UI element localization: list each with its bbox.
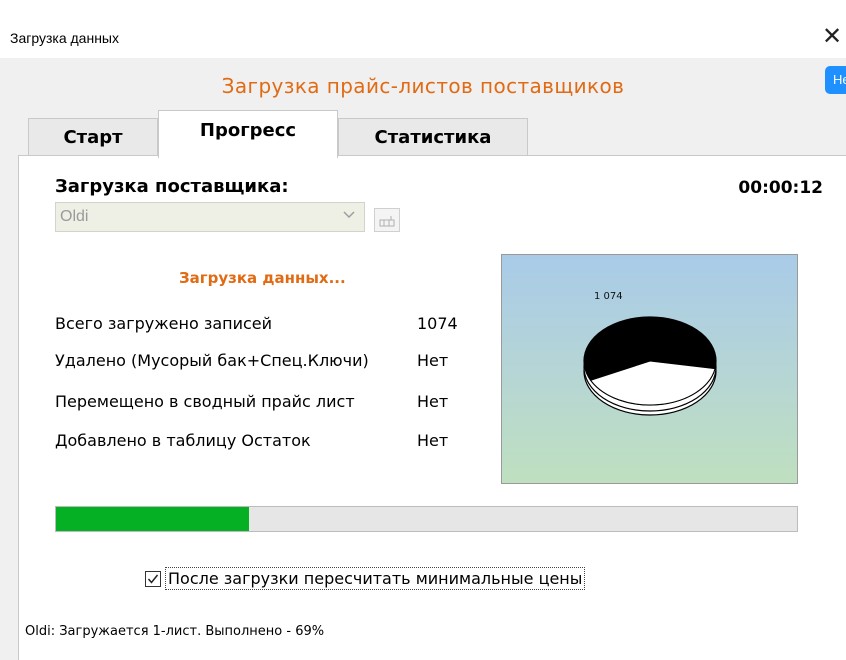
progress-panel: Загрузка поставщика: 00:00:12 Oldi Загру… bbox=[18, 155, 846, 660]
stat-value-deleted: Нет bbox=[417, 351, 449, 370]
stat-label-total: Всего загружено записей bbox=[55, 314, 273, 333]
stat-label-deleted: Удалено (Мусорый бак+Спец.Ключи) bbox=[55, 351, 369, 370]
stat-value-total: 1074 bbox=[417, 314, 458, 333]
supplier-select[interactable]: Oldi bbox=[55, 202, 365, 232]
supplier-select-value: Oldi bbox=[60, 208, 89, 225]
window-title: Загрузка данных bbox=[10, 30, 119, 46]
chevron-down-icon bbox=[342, 207, 356, 224]
load-progress-bar bbox=[55, 506, 798, 532]
tab-statistics[interactable]: Статистика bbox=[338, 118, 528, 156]
dialog-heading: Загрузка прайс-листов поставщиков bbox=[221, 74, 625, 98]
loading-status-text: Загрузка данных... bbox=[179, 269, 346, 287]
pie-chart: 1 074 bbox=[501, 254, 798, 484]
pie-chart-label: 1 074 bbox=[594, 291, 623, 302]
dialog-window: Загрузка данных ✕ Help Загрузка прайс-ли… bbox=[0, 0, 846, 660]
checkmark-icon bbox=[147, 574, 159, 584]
close-button[interactable]: ✕ bbox=[818, 22, 846, 50]
stat-label-moved: Перемещено в сводный прайс лист bbox=[55, 392, 355, 411]
status-line: Oldi: Загружается 1-лист. Выполнено - 69… bbox=[25, 624, 325, 639]
elapsed-timer: 00:00:12 bbox=[738, 178, 823, 198]
stat-value-moved: Нет bbox=[417, 392, 449, 411]
grid-icon bbox=[379, 216, 395, 227]
recalc-prices-checkbox[interactable] bbox=[145, 571, 161, 587]
load-progress-fill bbox=[56, 507, 249, 531]
stat-value-added: Нет bbox=[417, 431, 449, 450]
tab-progress[interactable]: Прогресс bbox=[158, 110, 338, 158]
tab-start[interactable]: Старт bbox=[28, 118, 158, 156]
title-bar: Загрузка данных ✕ bbox=[0, 0, 846, 58]
supplier-list-button[interactable] bbox=[374, 208, 400, 232]
recalc-prices-label[interactable]: После загрузки пересчитать минимальные ц… bbox=[165, 567, 586, 590]
stat-label-added: Добавлено в таблицу Остаток bbox=[55, 431, 311, 450]
supplier-label: Загрузка поставщика: bbox=[55, 176, 289, 197]
